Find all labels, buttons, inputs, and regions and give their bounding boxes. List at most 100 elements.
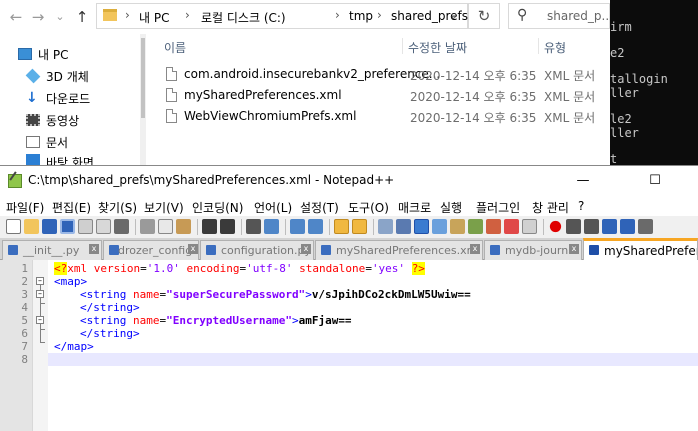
- saved-file-icon: [490, 245, 500, 255]
- zoom-in-icon[interactable]: [290, 219, 305, 234]
- new-file-icon[interactable]: [6, 219, 21, 234]
- save-all-icon[interactable]: [60, 219, 75, 234]
- menu-language[interactable]: 언어(L): [254, 199, 292, 216]
- menu-plugins[interactable]: 플러그인: [476, 199, 520, 216]
- minimize-button[interactable]: —: [560, 166, 606, 196]
- file-date: 2020-12-14 오후 6:35: [410, 69, 537, 83]
- start-recording-icon[interactable]: [549, 220, 562, 233]
- menu-settings[interactable]: 설정(T): [300, 199, 339, 216]
- menu-encoding[interactable]: 인코딩(N): [192, 199, 243, 216]
- copy-icon[interactable]: [158, 219, 173, 234]
- sidebar-item-3d-objects[interactable]: 3D 개체: [25, 66, 89, 86]
- file-row[interactable]: com.android.insecurebankv2_preference...…: [160, 64, 610, 84]
- find-icon[interactable]: [246, 219, 261, 234]
- tab-close-icon[interactable]: x: [188, 244, 198, 254]
- tab-drozer-config[interactable]: drozer_config x: [103, 240, 199, 260]
- menu-search[interactable]: 찾기(S): [98, 199, 137, 216]
- column-divider[interactable]: [402, 38, 403, 54]
- tab-close-icon[interactable]: x: [569, 244, 579, 254]
- address-dropdown-icon[interactable]: ⌄: [449, 9, 458, 22]
- search-input[interactable]: shared_p...: [547, 9, 609, 23]
- redo-icon[interactable]: [220, 219, 235, 234]
- file-row[interactable]: WebViewChromiumPrefs.xml 2020-12-14 오후 6…: [160, 106, 610, 126]
- show-all-characters-icon[interactable]: [396, 219, 411, 234]
- tab-mysharedpreferences-active[interactable]: mySharedPreferer: [583, 238, 698, 260]
- stop-recording-icon[interactable]: [566, 219, 581, 234]
- fold-toggle-icon[interactable]: –: [36, 290, 44, 298]
- menu-help[interactable]: ?: [578, 199, 584, 213]
- code-editor[interactable]: 1 2 3 4 5 6 7 8 – – – <?xml version='1.0…: [0, 260, 698, 431]
- column-divider[interactable]: [538, 38, 539, 54]
- search-box[interactable]: ⚲ shared_p...: [508, 3, 610, 29]
- sidebar-item-this-pc[interactable]: 내 PC: [18, 44, 68, 64]
- column-header-name[interactable]: 이름: [164, 39, 186, 56]
- sync-horizontal-icon[interactable]: [352, 219, 367, 234]
- cut-icon[interactable]: [140, 219, 155, 234]
- menu-file[interactable]: 파일(F): [6, 199, 44, 216]
- menu-window[interactable]: 창 관리: [532, 199, 569, 216]
- sidebar-item-videos[interactable]: 동영상: [26, 110, 79, 130]
- back-arrow-icon[interactable]: ←: [6, 7, 26, 27]
- open-file-icon[interactable]: [24, 219, 39, 234]
- tab-configuration-py[interactable]: configuration.py x: [200, 240, 314, 260]
- maximize-button[interactable]: ☐: [632, 166, 678, 196]
- tab-init-py[interactable]: __init__.py x: [2, 240, 102, 260]
- menu-edit[interactable]: 편집(E): [52, 199, 91, 216]
- sidebar-scrollbar[interactable]: [140, 34, 146, 165]
- playback-icon[interactable]: [584, 219, 599, 234]
- tab-mydb-journal[interactable]: mydb-journal x: [484, 240, 582, 260]
- code-line-7: </map>: [54, 340, 94, 353]
- replace-icon[interactable]: [264, 219, 279, 234]
- tab-label: mySharedPreferer: [604, 244, 697, 258]
- menu-tools[interactable]: 도구(O): [348, 199, 389, 216]
- column-header-type[interactable]: 유형: [544, 39, 566, 56]
- folder-workspace-icon[interactable]: [468, 219, 483, 234]
- run-multiple-icon[interactable]: [602, 219, 617, 234]
- function-list-icon[interactable]: [450, 219, 465, 234]
- up-arrow-icon[interactable]: ↑: [72, 7, 92, 27]
- save-icon[interactable]: [42, 219, 57, 234]
- menu-view[interactable]: 보기(V): [144, 199, 184, 216]
- menu-macro[interactable]: 매크로: [398, 199, 431, 216]
- close-file-icon[interactable]: [78, 219, 93, 234]
- tab-close-icon[interactable]: x: [301, 244, 311, 254]
- column-header-date[interactable]: 수정한 날짜: [408, 39, 467, 56]
- sidebar-item-documents[interactable]: 문서: [26, 132, 68, 152]
- indent-guide-icon[interactable]: [414, 219, 429, 234]
- print-icon[interactable]: [114, 219, 129, 234]
- undo-icon[interactable]: [202, 219, 217, 234]
- terminal-line: t: [610, 152, 618, 166]
- fold-toggle-icon[interactable]: –: [36, 316, 44, 324]
- menu-run[interactable]: 실행: [440, 199, 462, 216]
- close-all-icon[interactable]: [96, 219, 111, 234]
- tab-close-icon[interactable]: x: [470, 244, 480, 254]
- file-row[interactable]: mySharedPreferences.xml 2020-12-14 오후 6:…: [160, 85, 610, 105]
- recent-dropdown-icon[interactable]: ⌄: [50, 7, 70, 27]
- breadcrumb-local-disk[interactable]: 로컬 디스크 (C:): [201, 9, 286, 26]
- sidebar-item-desktop[interactable]: 바탕 화면: [26, 154, 94, 165]
- monitoring-icon[interactable]: [486, 219, 501, 234]
- paste-icon[interactable]: [176, 219, 191, 234]
- tab-close-icon[interactable]: x: [89, 244, 99, 254]
- breadcrumb-separator: ›: [185, 8, 190, 22]
- document-map-icon[interactable]: [432, 219, 447, 234]
- address-bar[interactable]: › 내 PC › 로컬 디스크 (C:) › tmp › shared_pref…: [96, 3, 468, 29]
- refresh-button[interactable]: ↻: [468, 3, 500, 29]
- tab-mysharedpreferences-xml[interactable]: mySharedPreferences.xml x: [315, 240, 483, 260]
- fold-toggle-icon[interactable]: –: [36, 277, 44, 285]
- sync-vertical-icon[interactable]: [334, 219, 349, 234]
- view-icon[interactable]: [522, 219, 537, 234]
- breadcrumb-tmp[interactable]: tmp: [349, 9, 373, 23]
- zoom-out-icon[interactable]: [308, 219, 323, 234]
- file-type: XML 문서: [544, 90, 596, 104]
- sidebar-item-downloads[interactable]: ↓ 다운로드: [26, 88, 90, 108]
- save-macro-icon[interactable]: [620, 219, 635, 234]
- scrollbar-thumb[interactable]: [141, 38, 145, 118]
- breadcrumb-this-pc[interactable]: 내 PC: [139, 9, 169, 26]
- forward-arrow-icon[interactable]: →: [28, 7, 48, 27]
- menu-bar: 파일(F) 편집(E) 찾기(S) 보기(V) 인코딩(N) 언어(L) 설정(…: [0, 196, 698, 216]
- record-macro-icon[interactable]: [504, 219, 519, 234]
- word-wrap-icon[interactable]: [378, 219, 393, 234]
- title-bar[interactable]: C:\tmp\shared_prefs\mySharedPreferences.…: [0, 166, 698, 196]
- more-tools-icon[interactable]: [638, 219, 653, 234]
